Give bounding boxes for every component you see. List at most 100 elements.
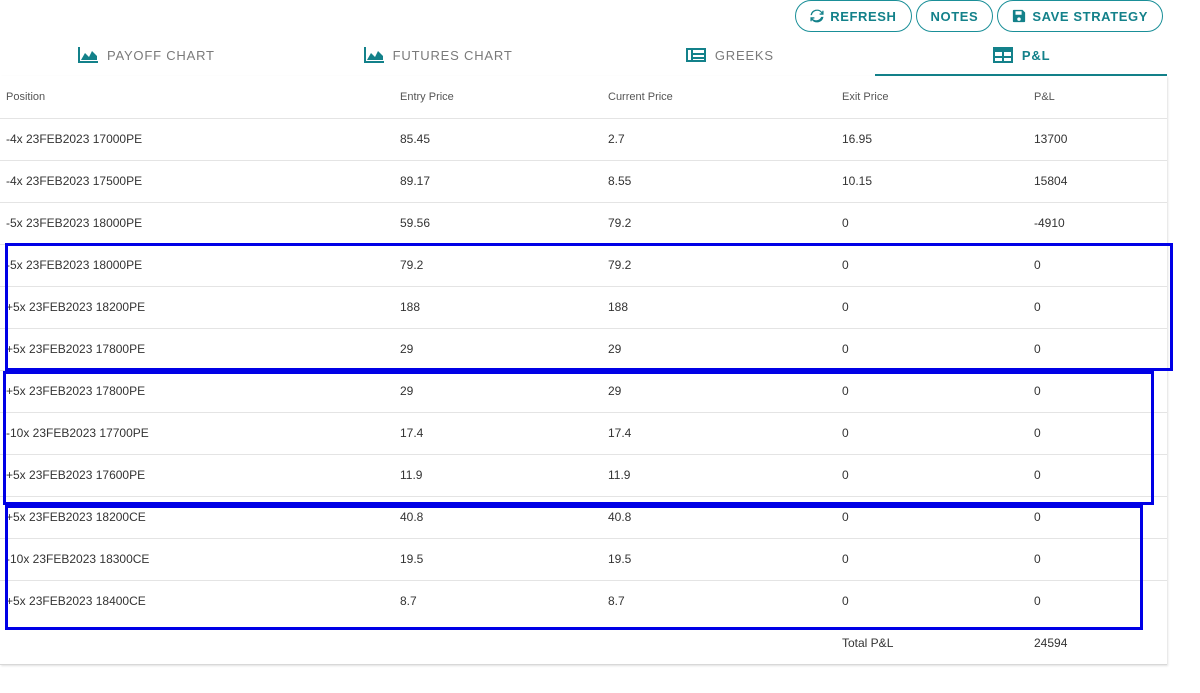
tab-bar: PAYOFF CHART FUTURES CHART GREEKS P&L <box>0 36 1167 76</box>
current-price-cell: 11.9 <box>608 454 842 497</box>
table-row: +5x 23FEB2023 17600PE 11.9 11.9 0 0 <box>0 454 1167 497</box>
position-cell: -5x 23FEB2023 18000PE <box>0 202 400 245</box>
toolbar: REFRESH NOTES SAVE STRATEGY <box>795 0 1163 32</box>
tab-label: P&L <box>1021 47 1051 63</box>
entry-price-cell: 29 <box>400 370 608 413</box>
table-row: -10x 23FEB2023 17700PE 17.4 17.4 0 0 <box>0 412 1167 455</box>
header-entry-price[interactable]: Entry Price <box>400 76 608 119</box>
position-cell: -10x 23FEB2023 18300CE <box>0 538 400 581</box>
pnl-cell: 0 <box>1034 370 1167 413</box>
exit-price-cell: 0 <box>842 370 1034 413</box>
table-grid-icon <box>992 47 1013 63</box>
entry-price-cell: 79.2 <box>400 244 608 287</box>
pnl-cell: 0 <box>1034 594 1041 609</box>
position-cell: +5x 23FEB2023 18200PE <box>0 286 400 329</box>
current-price-cell: 40.8 <box>608 496 842 539</box>
current-price-cell: 17.4 <box>608 412 842 455</box>
newspaper-icon <box>685 48 706 62</box>
position-cell: -10x 23FEB2023 17700PE <box>0 412 400 455</box>
header-exit-price[interactable]: Exit Price <box>842 76 1034 119</box>
table-row: +5x 23FEB2023 17800PE 29 29 0 0 <box>0 328 1167 371</box>
position-cell: -5x 23FEB2023 18000PE <box>0 244 400 287</box>
header-position[interactable]: Position <box>0 76 400 119</box>
position-cell: +5x 23FEB2023 17800PE <box>0 370 400 413</box>
exit-price-cell: 0 <box>842 244 1034 287</box>
table-header-row: Position Entry Price Current Price Exit … <box>0 76 1167 119</box>
pnl-cell: 0 <box>1034 454 1167 497</box>
header-current-price[interactable]: Current Price <box>608 76 842 119</box>
tab-payoff-chart[interactable]: PAYOFF CHART <box>0 36 292 76</box>
entry-price-cell: 17.4 <box>400 412 608 455</box>
table-row: -5x 23FEB2023 18000PE 79.2 79.2 0 0 <box>0 244 1167 287</box>
current-price-cell: 2.7 <box>608 118 842 161</box>
notes-button[interactable]: NOTES <box>915 0 994 32</box>
pnl-table: Position Entry Price Current Price Exit … <box>0 76 1167 665</box>
table-row: +5x 23FEB2023 18200CE 40.8 40.8 0 0 <box>0 496 1167 539</box>
table-row: -10x 23FEB2023 18300CE 19.5 19.5 0 0 <box>0 538 1167 581</box>
tab-label: GREEKS <box>714 47 774 63</box>
pnl-cell: 0 <box>1034 244 1167 287</box>
tab-greeks[interactable]: GREEKS <box>584 36 876 76</box>
pnl-cell: 0 <box>1034 538 1167 581</box>
current-price-cell: 29 <box>608 328 842 371</box>
position-cell: +5x 23FEB2023 18200CE <box>0 496 400 539</box>
total-pnl-value: 24594 <box>1034 636 1068 650</box>
exit-price-cell: 0 <box>842 328 1034 371</box>
pnl-cell: 13700 <box>1034 118 1167 161</box>
exit-price-cell: 0 <box>842 496 1034 539</box>
exit-price-cell: 0 <box>842 594 849 609</box>
refresh-button[interactable]: REFRESH <box>795 0 912 32</box>
refresh-icon <box>810 9 824 23</box>
tab-label: FUTURES CHART <box>392 47 513 63</box>
pnl-cell: 15804 <box>1034 160 1167 203</box>
current-price-cell: 19.5 <box>608 538 842 581</box>
header-pnl[interactable]: P&L <box>1034 76 1167 119</box>
current-price-cell: 79.2 <box>608 202 842 245</box>
current-price-cell: 8.7 <box>608 594 625 609</box>
entry-price-cell: 40.8 <box>400 496 608 539</box>
total-row: Total P&L 24594 <box>0 622 1167 664</box>
entry-price-cell: 29 <box>400 328 608 371</box>
entry-price-cell: 85.45 <box>400 118 608 161</box>
current-price-cell: 8.55 <box>608 160 842 203</box>
tab-label: PAYOFF CHART <box>106 47 215 63</box>
position-cell: +5x 23FEB2023 17600PE <box>0 454 400 497</box>
table-row: -5x 23FEB2023 18000PE 59.56 79.2 0 -4910 <box>0 202 1167 245</box>
table-row: +5x 23FEB2023 18400CE 8.7 8.7 0 0 <box>0 580 1167 622</box>
entry-price-cell: 19.5 <box>400 538 608 581</box>
exit-price-cell: 0 <box>842 538 1034 581</box>
save-icon <box>1013 9 1026 23</box>
pnl-cell: 0 <box>1034 496 1167 539</box>
save-strategy-label: SAVE STRATEGY <box>1032 8 1148 24</box>
current-price-cell: 29 <box>608 370 842 413</box>
entry-price-cell: 89.17 <box>400 160 608 203</box>
pnl-cell: 0 <box>1034 412 1167 455</box>
entry-price-cell: 59.56 <box>400 202 608 245</box>
table-row: +5x 23FEB2023 18200PE 188 188 0 0 <box>0 286 1167 329</box>
tab-futures-chart[interactable]: FUTURES CHART <box>292 36 584 76</box>
position-cell: +5x 23FEB2023 17800PE <box>0 328 400 371</box>
notes-label: NOTES <box>930 8 979 24</box>
position-cell: +5x 23FEB2023 18400CE <box>6 594 146 609</box>
current-price-cell: 188 <box>608 286 842 329</box>
area-chart-icon <box>363 47 384 63</box>
pnl-cell: 0 <box>1034 286 1167 329</box>
entry-price-cell: 188 <box>400 286 608 329</box>
entry-price-cell: 11.9 <box>400 454 608 497</box>
table-row: +5x 23FEB2023 17800PE 29 29 0 0 <box>0 370 1167 413</box>
save-strategy-button[interactable]: SAVE STRATEGY <box>997 0 1163 32</box>
exit-price-cell: 10.15 <box>842 160 1034 203</box>
tab-pnl[interactable]: P&L <box>875 36 1167 76</box>
position-cell: -4x 23FEB2023 17500PE <box>0 160 400 203</box>
pnl-cell: -4910 <box>1034 202 1167 245</box>
table-row: -4x 23FEB2023 17000PE 85.45 2.7 16.95 13700 <box>0 118 1167 161</box>
position-cell: -4x 23FEB2023 17000PE <box>0 118 400 161</box>
exit-price-cell: 0 <box>842 286 1034 329</box>
area-chart-icon <box>77 47 98 63</box>
exit-price-cell: 16.95 <box>842 118 1034 161</box>
current-price-cell: 79.2 <box>608 244 842 287</box>
total-pnl-label: Total P&L <box>842 636 894 650</box>
table-row: -4x 23FEB2023 17500PE 89.17 8.55 10.15 15804 <box>0 160 1167 203</box>
exit-price-cell: 0 <box>842 202 1034 245</box>
entry-price-cell: 8.7 <box>400 594 417 609</box>
